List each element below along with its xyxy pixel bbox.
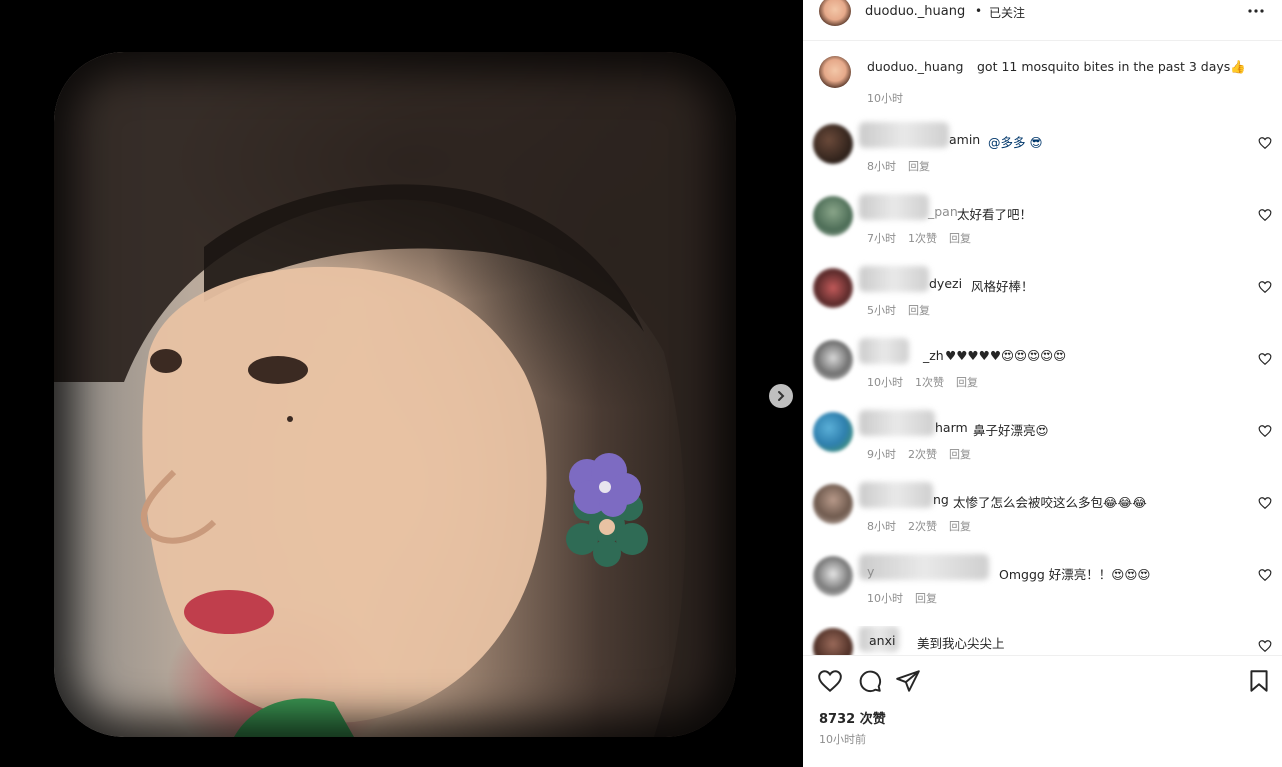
- comment-meta: 9小时 2次赞 回复: [867, 446, 983, 462]
- comment-text: 太惨了怎么会被咬这么多包😂😂😂: [953, 495, 1147, 510]
- commenter-avatar[interactable]: [813, 628, 853, 656]
- redacted-username: [859, 338, 909, 364]
- comment-likes[interactable]: 1次赞: [908, 232, 937, 245]
- comment-user-fragment[interactable]: dyezi: [929, 276, 962, 291]
- redacted-username: [859, 122, 949, 148]
- redacted-username: [859, 266, 929, 292]
- heart-icon[interactable]: [1258, 136, 1272, 150]
- reply-button[interactable]: 回复: [908, 304, 930, 317]
- comment-time: 9小时: [867, 448, 896, 461]
- post-timestamp: 10小时前: [819, 733, 866, 746]
- reply-button[interactable]: 回复: [949, 232, 971, 245]
- post-header: duoduo._huang • 已关注: [803, 0, 1282, 41]
- comment-row: _zh ♥♥♥♥♥😍😍😍😍😍 10小时 1次赞 回复: [803, 338, 1282, 402]
- redacted-username: [859, 554, 989, 580]
- owner-username[interactable]: duoduo._huang: [865, 4, 965, 19]
- comment-text: 鼻子好漂亮😍: [973, 423, 1049, 438]
- comment-row: anxi 美到我心尖尖上: [803, 626, 1282, 656]
- comment-user-fragment[interactable]: _pan: [928, 204, 958, 219]
- reply-button[interactable]: 回复: [915, 592, 937, 605]
- more-horizontal-icon[interactable]: [1248, 9, 1264, 13]
- comment-user-fragment[interactable]: y: [867, 564, 874, 579]
- post-caption: duoduo._huang got 11 mosquito bites in t…: [803, 52, 1282, 112]
- commenter-avatar[interactable]: [813, 268, 853, 308]
- comment-time: 10小时: [867, 592, 903, 605]
- caption-text: got 11 mosquito bites in the past 3 days…: [977, 59, 1246, 74]
- comment-meta: 10小时 1次赞 回复: [867, 374, 990, 390]
- comment-row: dyezi 风格好棒！ 5小时 回复: [803, 266, 1282, 330]
- commenter-avatar[interactable]: [813, 412, 853, 452]
- heart-icon[interactable]: [1258, 352, 1272, 366]
- comment-row: y Omggg 好漂亮！！😍😍😍 10小时 回复: [803, 554, 1282, 618]
- heart-icon[interactable]: [1258, 639, 1272, 653]
- caption-username[interactable]: duoduo._huang: [867, 59, 963, 74]
- comment-row: _pan 太好看了吧！ 7小时 1次赞 回复: [803, 194, 1282, 258]
- post-photo[interactable]: [54, 52, 736, 737]
- commenter-avatar[interactable]: [813, 124, 853, 164]
- comment-time: 10小时: [867, 376, 903, 389]
- comment-user-fragment[interactable]: _zh: [923, 348, 944, 363]
- reply-button[interactable]: 回复: [949, 448, 971, 461]
- comment-text: Omggg 好漂亮！！😍😍😍: [999, 567, 1151, 582]
- likes-count[interactable]: 8732 次赞: [819, 708, 886, 727]
- redacted-username: [859, 482, 933, 508]
- comment-user-fragment[interactable]: harm: [935, 420, 968, 435]
- comment-time: 8小时: [867, 160, 896, 173]
- comment-user-fragment[interactable]: ng: [933, 492, 949, 507]
- comment-likes[interactable]: 2次赞: [908, 520, 937, 533]
- comment-time: 7小时: [867, 232, 896, 245]
- comment-text: ♥♥♥♥♥😍😍😍😍😍: [945, 348, 1067, 363]
- comment-row: harm 鼻子好漂亮😍 9小时 2次赞 回复: [803, 410, 1282, 474]
- commenter-avatar[interactable]: [813, 556, 853, 596]
- heart-icon[interactable]: [1258, 424, 1272, 438]
- redacted-username: [859, 410, 935, 436]
- comment-row: amin @多多 😎 8小时 回复: [803, 122, 1282, 186]
- caption-time: 10小时: [867, 92, 903, 105]
- reply-button[interactable]: 回复: [908, 160, 930, 173]
- owner-avatar[interactable]: [819, 0, 851, 26]
- commenter-avatar[interactable]: [813, 340, 853, 380]
- comment-user-fragment[interactable]: anxi: [869, 633, 895, 648]
- comment-bubble-icon[interactable]: [857, 668, 883, 694]
- comment-time: 8小时: [867, 520, 896, 533]
- heart-icon[interactable]: [1258, 568, 1272, 582]
- chevron-right-icon: [778, 391, 785, 401]
- comment-meta: 10小时 回复: [867, 590, 949, 606]
- share-send-icon[interactable]: [895, 668, 921, 694]
- comment-likes[interactable]: 2次赞: [908, 448, 937, 461]
- reply-button[interactable]: 回复: [956, 376, 978, 389]
- commenter-avatar[interactable]: [813, 196, 853, 236]
- follow-status[interactable]: 已关注: [989, 4, 1025, 21]
- comment-meta: 5小时 回复: [867, 302, 942, 318]
- heart-icon[interactable]: [1258, 496, 1272, 510]
- photo-vignette: [54, 52, 736, 737]
- comment-meta: 8小时 回复: [867, 158, 942, 174]
- comment-row: ng 太惨了怎么会被咬这么多包😂😂😂 8小时 2次赞 回复: [803, 482, 1282, 546]
- comment-meta: 8小时 2次赞 回复: [867, 518, 983, 534]
- caption-avatar[interactable]: [819, 56, 851, 88]
- comment-text: @多多 😎: [988, 135, 1043, 150]
- reply-button[interactable]: 回复: [949, 520, 971, 533]
- post-media: [0, 0, 803, 766]
- comment-user-fragment[interactable]: amin: [949, 132, 980, 147]
- comment-text: 风格好棒！: [971, 279, 1034, 294]
- heart-icon[interactable]: [1258, 280, 1272, 294]
- like-heart-icon[interactable]: [817, 668, 843, 694]
- comment-text: 美到我心尖尖上: [917, 636, 1005, 651]
- commenter-avatar[interactable]: [813, 484, 853, 524]
- redacted-username: [859, 194, 929, 220]
- post-side-panel: duoduo._huang • 已关注 duoduo._huang got 11…: [803, 0, 1282, 767]
- comment-time: 5小时: [867, 304, 896, 317]
- bookmark-icon[interactable]: [1246, 668, 1272, 694]
- comment-meta: 7小时 1次赞 回复: [867, 230, 983, 246]
- heart-icon[interactable]: [1258, 208, 1272, 222]
- comment-text: 太好看了吧！: [957, 207, 1033, 222]
- next-photo-button[interactable]: [769, 384, 793, 408]
- header-separator: •: [975, 4, 983, 18]
- comment-likes[interactable]: 1次赞: [915, 376, 944, 389]
- post-actions: 8732 次赞 10小时前: [803, 655, 1282, 767]
